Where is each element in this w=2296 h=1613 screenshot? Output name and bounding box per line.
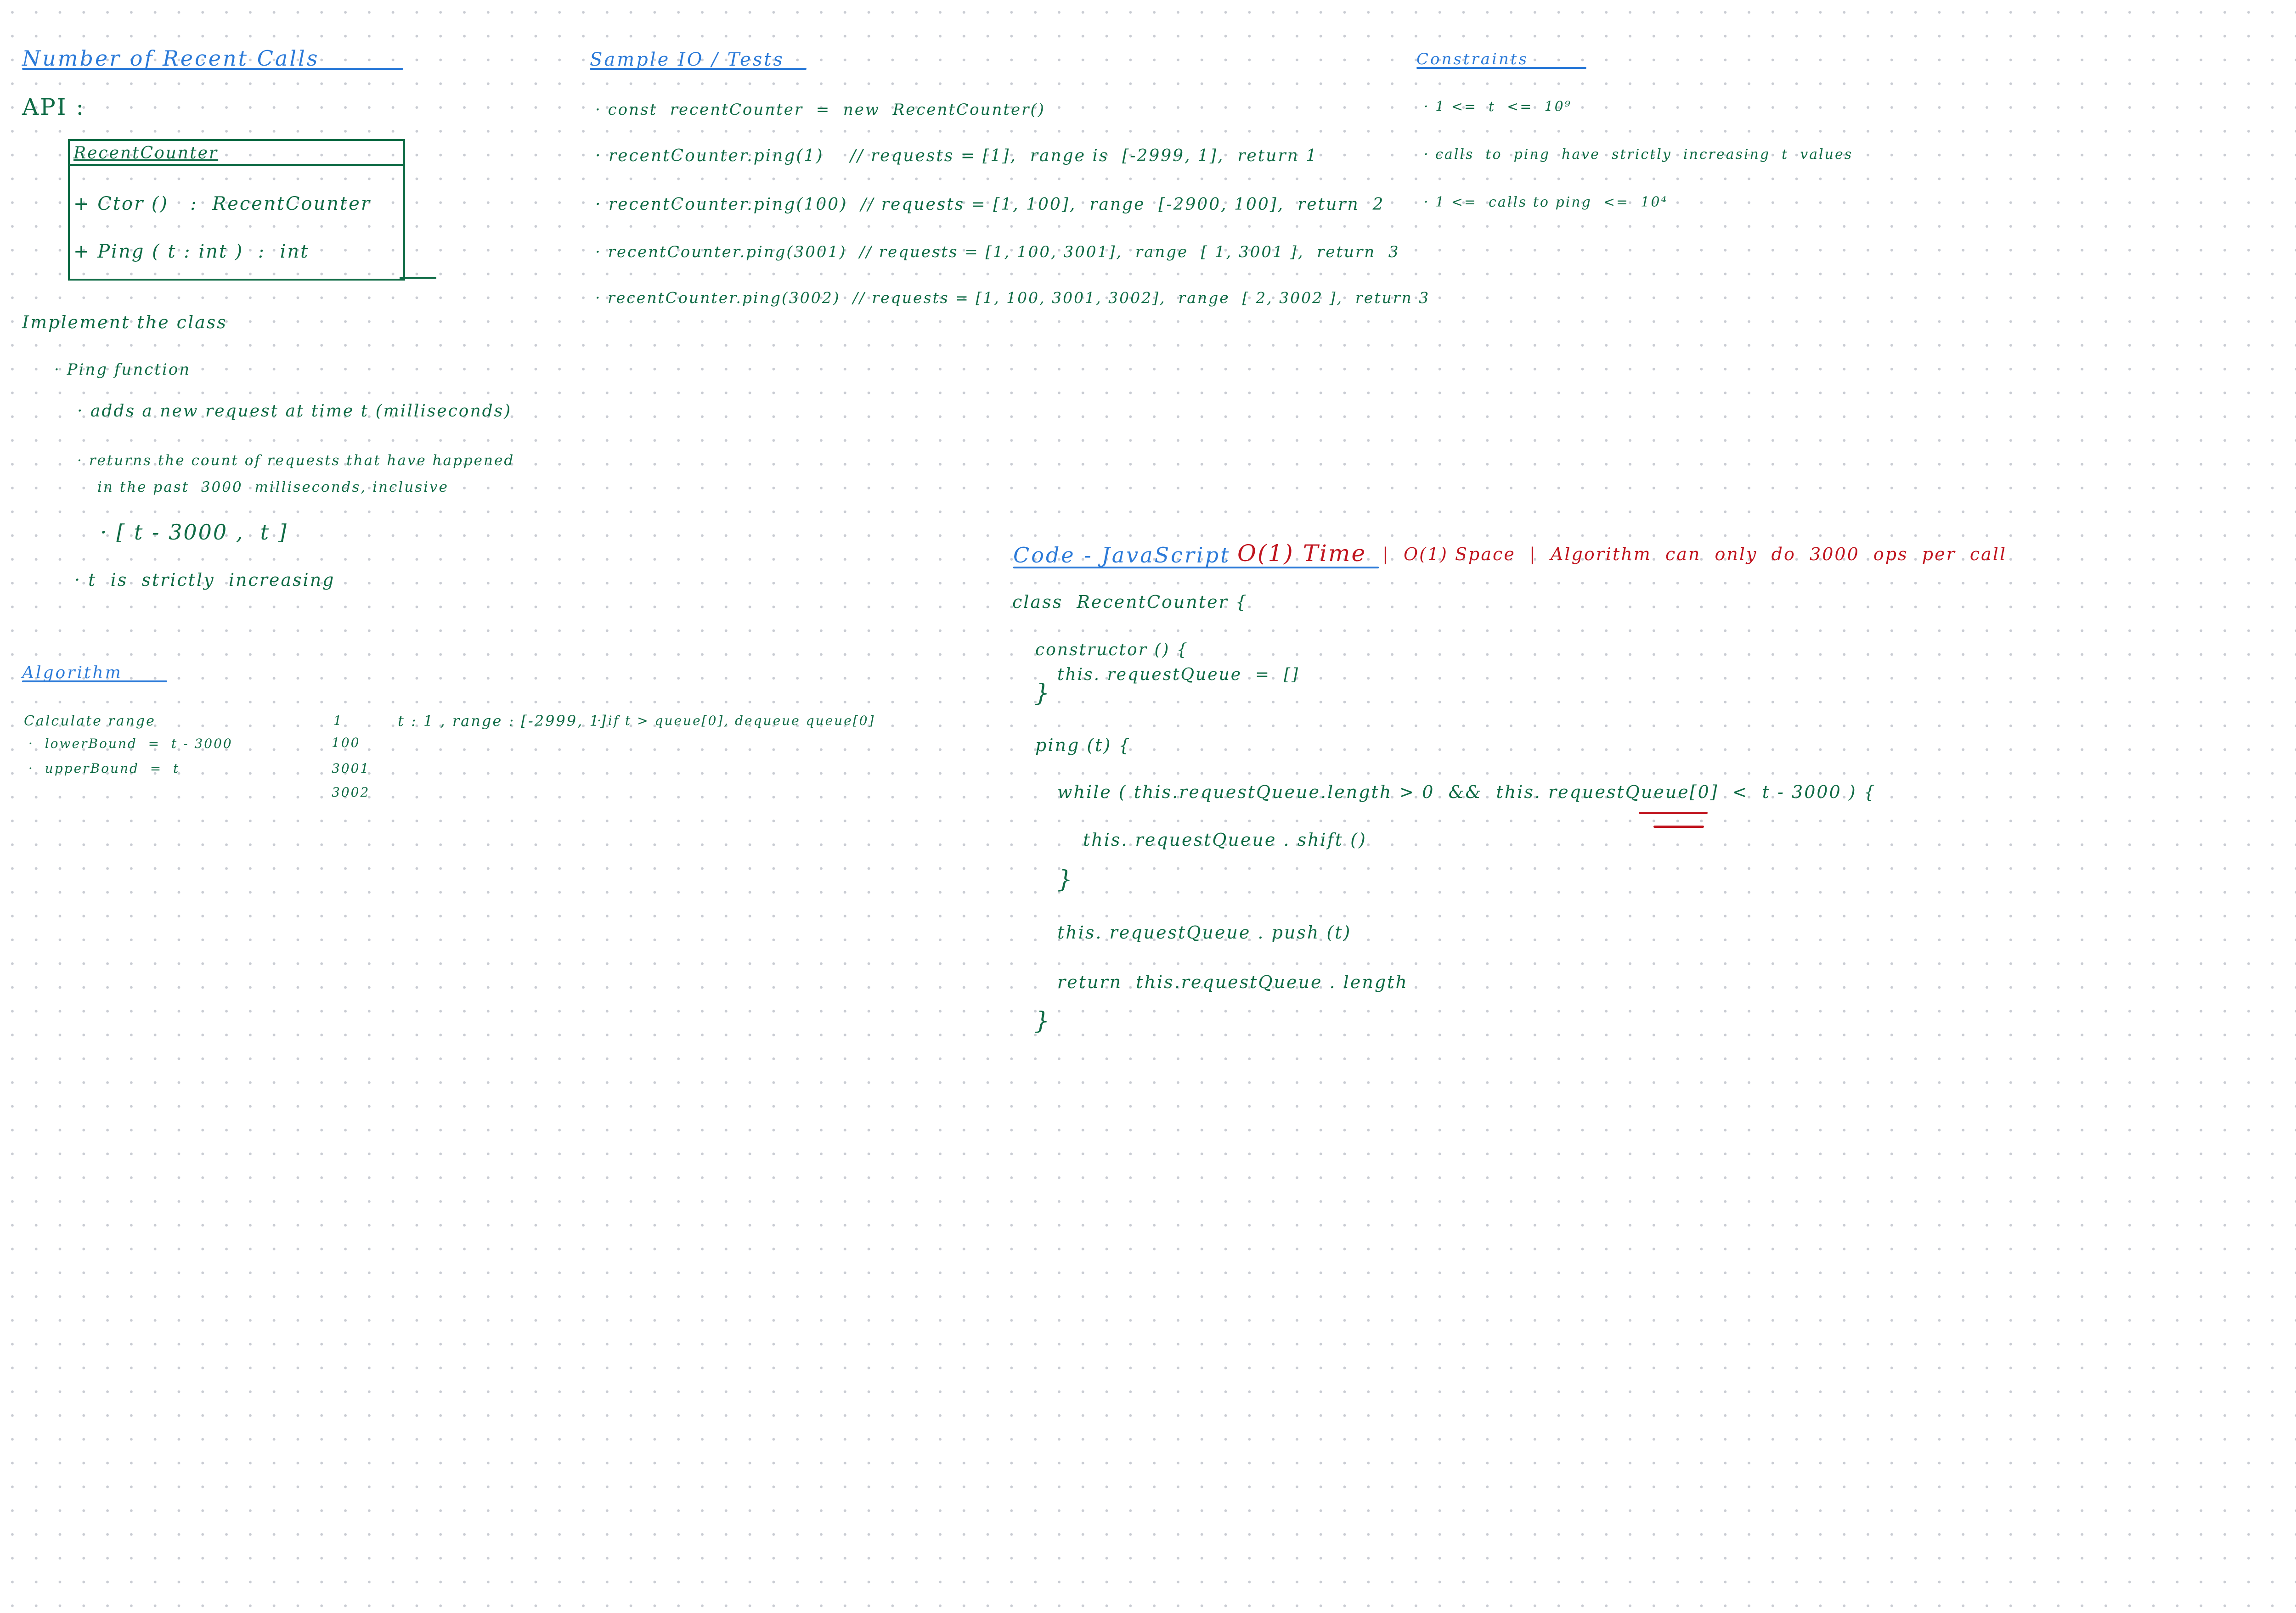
implement-item-adds: · adds a new request at time t (millisec…	[77, 402, 512, 421]
uml-class-bottom-tail	[400, 277, 436, 279]
tests-underline	[590, 68, 807, 70]
constraint-item-2: · calls to ping have strictly increasing…	[1424, 146, 1853, 163]
algorithm-time-100: 100	[332, 735, 361, 750]
algorithm-heading: Algorithm	[22, 663, 123, 682]
test-line-3: · recentCounter.ping(100) // requests = …	[595, 195, 1385, 214]
code-line-return: return this.requestQueue . length	[1057, 972, 1408, 992]
code-line-constructor-close: }	[1034, 680, 1051, 707]
code-complexity-rest: | O(1) Space | Algorithm can only do 300…	[1382, 544, 2007, 564]
code-complexity-time: O(1) Time	[1237, 540, 1367, 567]
uml-class-divider	[68, 164, 405, 166]
code-line-ping: ping (t) {	[1035, 735, 1131, 755]
implement-item-ping: · Ping function	[54, 360, 191, 379]
implement-item-returns: · returns the count of requests that hav…	[77, 452, 515, 469]
code-highlight-underline-1	[1639, 812, 1708, 814]
test-line-5: · recentCounter.ping(3002) // requests =…	[595, 289, 1430, 307]
uml-member-ping: + Ping ( t : int ) : int	[73, 241, 310, 262]
tests-heading: Sample IO / Tests	[590, 49, 784, 70]
implement-item-past: in the past 3000 milliseconds, inclusive	[97, 479, 449, 495]
code-highlight-underline-2	[1653, 826, 1704, 828]
algorithm-underline	[22, 680, 167, 682]
constraint-item-3: · 1 <= calls to ping <= 10⁴	[1424, 194, 1668, 210]
constraints-underline	[1416, 67, 1586, 69]
algorithm-time-3002: 3002	[332, 785, 370, 800]
code-line-while-close: }	[1057, 866, 1074, 894]
uml-class-name: RecentCounter	[73, 144, 219, 163]
code-line-shift: this. requestQueue . shift ()	[1083, 830, 1367, 850]
constraints-heading: Constraints	[1416, 50, 1529, 68]
uml-member-ctor: + Ctor () : RecentCounter	[73, 193, 371, 214]
test-line-2: · recentCounter.ping(1) // requests = [1…	[595, 146, 1318, 165]
api-label: API :	[22, 94, 85, 120]
constraint-item-1: · 1 <= t <= 10⁹	[1424, 99, 1572, 115]
test-line-1: · const recentCounter = new RecentCounte…	[595, 101, 1045, 119]
code-underline	[1013, 567, 1379, 568]
test-line-4: · recentCounter.ping(3001) // requests =…	[595, 243, 1400, 261]
implement-heading: Implement the class	[22, 312, 227, 332]
page-title: Number of Recent Calls	[22, 46, 320, 71]
algorithm-example: t : 1 , range : [-2999, 1]	[398, 712, 608, 730]
algorithm-lower-bound: · lowerBound = t - 3000	[28, 736, 233, 751]
code-line-queue-init: this. requestQueue = []	[1057, 665, 1300, 684]
code-heading: Code - JavaScript	[1013, 543, 1231, 568]
algorithm-dequeue: · if t > queue[0], dequeue queue[0]	[597, 713, 875, 728]
code-line-class: class RecentCounter {	[1012, 592, 1248, 612]
implement-item-increasing: · t is strictly increasing	[74, 570, 335, 590]
algorithm-time-1: 1	[333, 713, 343, 728]
code-line-while: while ( this.requestQueue.length > 0 && …	[1057, 782, 1876, 802]
title-underline	[22, 68, 403, 70]
algorithm-upper-bound: · upperBound = t	[28, 761, 180, 776]
code-line-constructor: constructor () {	[1035, 641, 1189, 659]
algorithm-time-3001: 3001	[332, 761, 370, 776]
code-line-ping-close: }	[1034, 1007, 1051, 1035]
implement-item-range: · [ t - 3000 , t ]	[100, 520, 288, 545]
code-line-push: this. requestQueue . push (t)	[1057, 922, 1352, 943]
algorithm-calc-range: Calculate range	[24, 713, 156, 729]
